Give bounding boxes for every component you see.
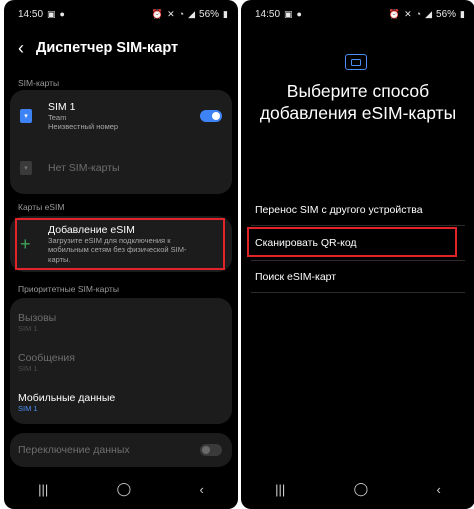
sim1-name: SIM 1 <box>48 100 76 113</box>
recents-icon[interactable]: ||| <box>275 482 285 497</box>
sim2-name: Нет SIM-карты <box>48 162 120 174</box>
back-icon[interactable]: ‹ <box>18 38 24 59</box>
status-time: 14:50 <box>18 8 44 20</box>
option-transfer-sim[interactable]: Перенос SIM с другого устройства <box>255 204 423 216</box>
gallery-icon: ▣ <box>284 8 293 19</box>
sim-section-label: SIM-карты <box>18 78 60 88</box>
signal-icon: ◢ <box>188 8 196 19</box>
sim-card-icon: ▾ <box>20 161 32 175</box>
sim1-carrier: Team <box>48 112 67 122</box>
recents-icon[interactable]: ||| <box>38 482 48 497</box>
header: ‹ Диспетчер SIM-карт <box>4 28 238 68</box>
navigation-bar: ||| ◯ ‹ <box>241 469 474 509</box>
divider <box>251 225 465 226</box>
data-switch-title: Переключение данных <box>18 444 130 456</box>
option-search-esim[interactable]: Поиск eSIM-карт <box>255 271 336 283</box>
scan-qr-highlight <box>247 227 457 257</box>
add-esim-screen: 14:50 ▣ ● ⏰ ✕ ◔ ◢ 56% ▮ Выберите способ … <box>241 0 474 509</box>
navigation-bar: ||| ◯ ‹ <box>4 469 238 509</box>
status-time: 14:50 <box>255 8 281 20</box>
mobile-data-row[interactable]: Мобильные данные SIM 1 <box>10 382 232 422</box>
sim1-row[interactable]: ▾ SIM 1 Team Неизвестный номер <box>10 90 232 142</box>
sim1-toggle[interactable] <box>200 110 222 122</box>
back-nav-icon[interactable]: ‹ <box>436 482 440 497</box>
mute-icon: ✕ <box>167 8 175 19</box>
status-bar: 14:50 ▣ ● ⏰ ✕ ◔ ◢ 56% ▮ <box>4 0 238 28</box>
calls-row: Вызовы SIM 1 <box>10 302 232 342</box>
home-icon[interactable]: ◯ <box>354 481 369 497</box>
mute-icon: ✕ <box>404 8 412 19</box>
messages-row: Сообщения SIM 1 <box>10 342 232 382</box>
mobile-data-title: Мобильные данные <box>18 391 116 404</box>
messages-title: Сообщения <box>18 351 75 364</box>
page-title: Выберите способ добавления eSIM-карты <box>259 81 457 123</box>
divider <box>251 260 465 261</box>
data-switch-card: Переключение данных <box>10 433 232 467</box>
signal-icon: ◢ <box>425 8 433 19</box>
priority-card: Вызовы SIM 1 Сообщения SIM 1 Мобильные д… <box>10 298 232 424</box>
calls-value: SIM 1 <box>18 323 38 333</box>
page-title: Диспетчер SIM-карт <box>36 40 179 56</box>
battery-level: 56% <box>199 8 220 20</box>
gallery-icon: ▣ <box>47 8 56 19</box>
sim-card-icon: ▾ <box>20 109 32 123</box>
divider <box>251 292 465 293</box>
esim-icon <box>345 54 367 70</box>
alarm-icon: ⏰ <box>388 8 401 19</box>
sim1-number: Неизвестный номер <box>48 122 119 131</box>
alarm-icon: ⏰ <box>151 8 164 19</box>
sim2-row: ▾ Нет SIM-карты <box>10 142 232 194</box>
esim-section-label: Карты eSIM <box>18 202 65 212</box>
sim-manager-screen: 14:50 ▣ ● ⏰ ✕ ◔ ◢ 56% ▮ ‹ Диспетчер SIM-… <box>4 0 238 509</box>
data-switch-toggle <box>200 444 222 456</box>
back-nav-icon[interactable]: ‹ <box>199 482 203 497</box>
mobile-data-value: SIM 1 <box>18 403 38 413</box>
status-bar: 14:50 ▣ ● ⏰ ✕ ◔ ◢ 56% ▮ <box>241 0 474 28</box>
messages-value: SIM 1 <box>18 363 38 373</box>
notification-icon: ● <box>59 8 65 19</box>
wifi-icon: ◔ <box>415 8 422 19</box>
battery-icon: ▮ <box>460 8 465 19</box>
home-icon[interactable]: ◯ <box>117 481 132 497</box>
wifi-icon: ◔ <box>178 8 185 19</box>
data-switch-row: Переключение данных <box>10 433 232 467</box>
battery-icon: ▮ <box>223 8 228 19</box>
notification-icon: ● <box>296 8 302 19</box>
calls-title: Вызовы <box>18 311 57 324</box>
sim-cards-card: ▾ SIM 1 Team Неизвестный номер ▾ Нет SIM… <box>10 90 232 194</box>
add-esim-highlight <box>15 218 225 270</box>
priority-section-label: Приоритетные SIM-карты <box>18 284 119 294</box>
battery-level: 56% <box>436 8 457 20</box>
